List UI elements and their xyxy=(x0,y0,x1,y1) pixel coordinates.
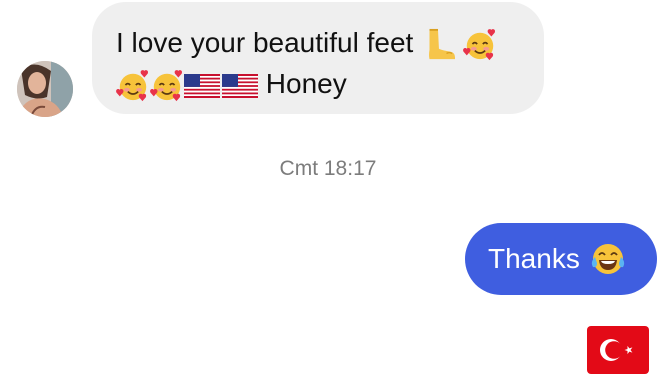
smiling-face-with-hearts-emoji xyxy=(150,69,184,103)
incoming-message-honey: Honey xyxy=(265,68,347,99)
contact-avatar[interactable] xyxy=(17,61,73,117)
incoming-message-bubble[interactable]: I love your beautiful feet Honey xyxy=(92,2,544,114)
us-flag-emoji xyxy=(222,74,258,98)
incoming-message-text: I love your beautiful feet xyxy=(116,27,414,58)
turkey-flag-emoji[interactable] xyxy=(587,326,649,374)
foot-emoji xyxy=(421,28,456,62)
outgoing-message-text: Thanks xyxy=(488,243,580,274)
face-with-tears-of-joy-emoji xyxy=(590,241,626,277)
chat-thread: I love your beautiful feet Honey Cmt 18:… xyxy=(0,0,672,378)
incoming-message-line-2: Honey xyxy=(116,63,524,104)
incoming-message-line-1: I love your beautiful feet xyxy=(116,22,524,63)
smiling-face-with-hearts-emoji xyxy=(116,69,150,103)
message-timestamp: Cmt 18:17 xyxy=(279,157,377,180)
outgoing-message-bubble[interactable]: Thanks xyxy=(465,223,657,295)
smiling-face-with-hearts-emoji xyxy=(463,28,497,62)
avatar-photo xyxy=(17,61,73,117)
us-flag-emoji xyxy=(184,74,220,98)
